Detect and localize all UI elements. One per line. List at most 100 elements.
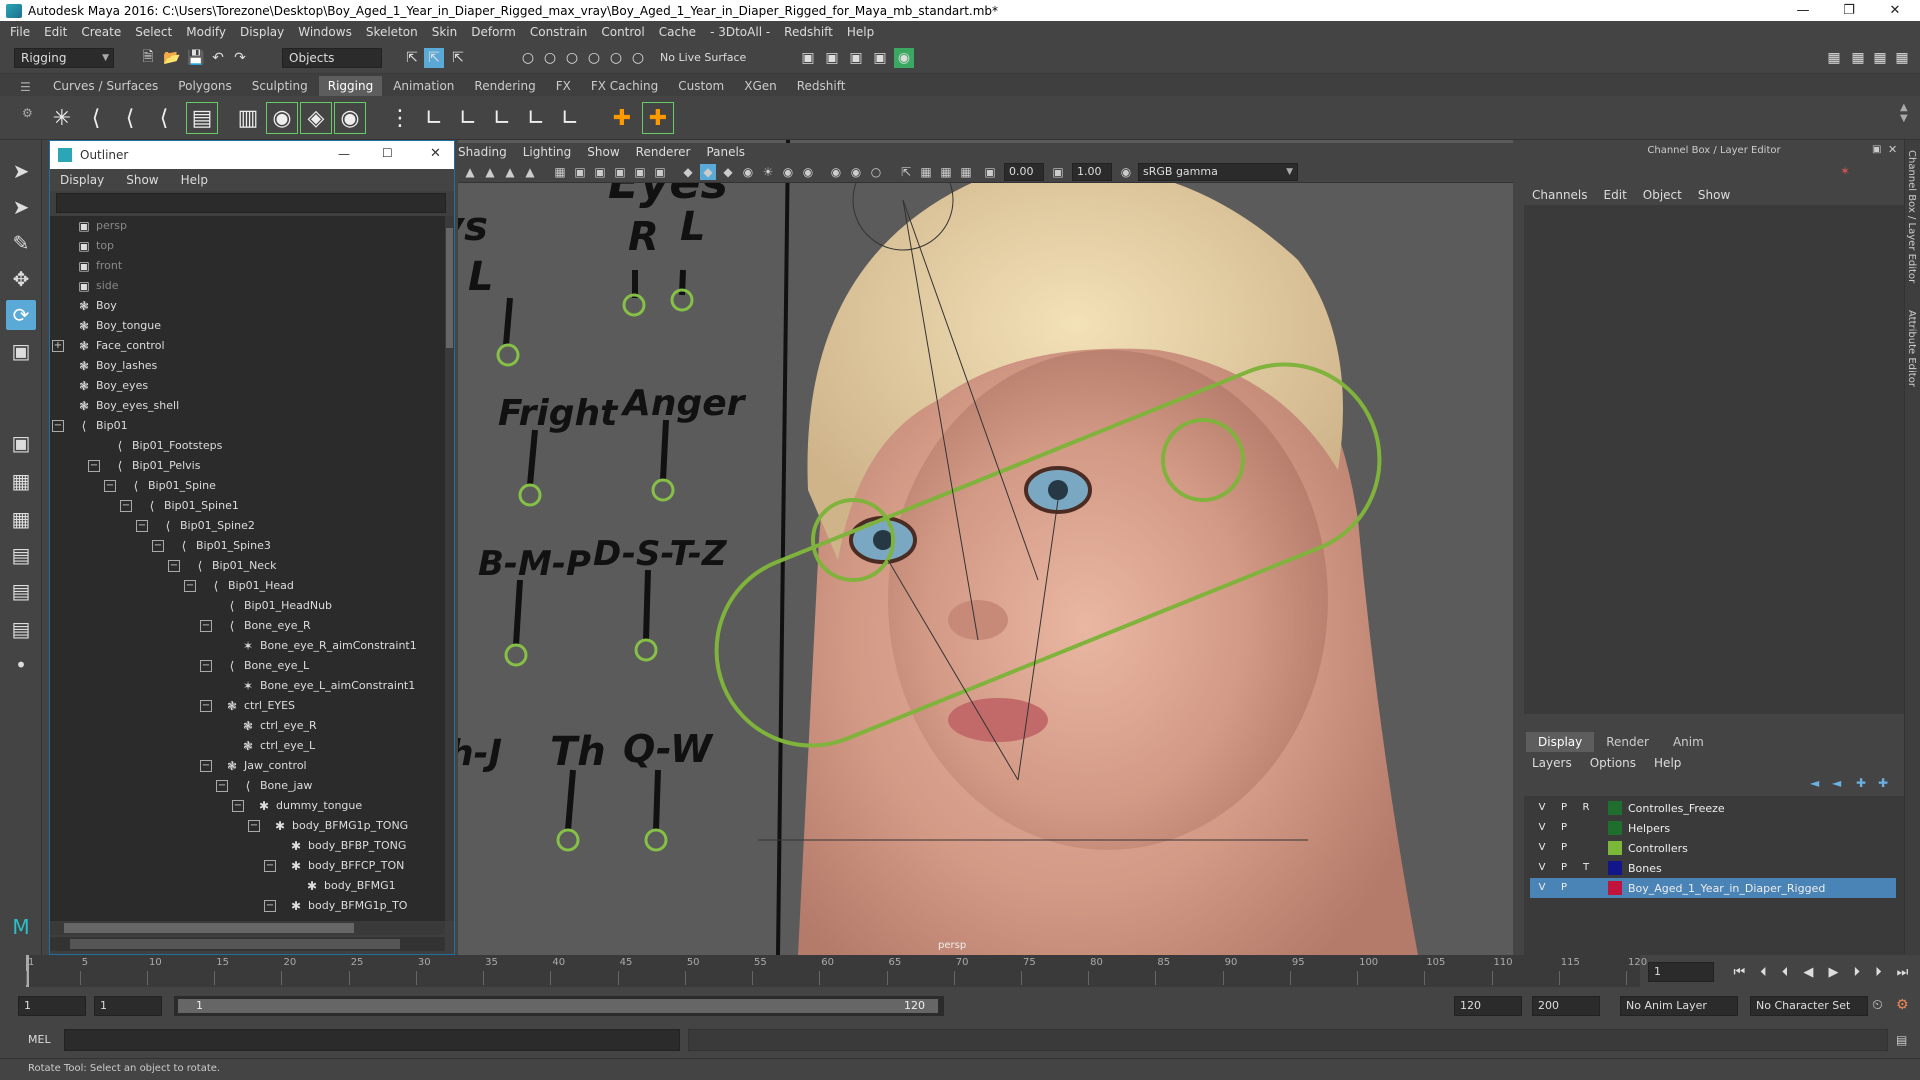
layer-row[interactable]: V P R Controlles_Freeze bbox=[1530, 798, 1896, 818]
layer-type-toggle[interactable] bbox=[1578, 840, 1594, 856]
shelf-scroll-icon[interactable]: ▲ ▼ bbox=[1900, 102, 1908, 124]
layer-playback-toggle[interactable]: P bbox=[1556, 800, 1572, 816]
outliner-hscrollbar-2[interactable] bbox=[50, 937, 445, 951]
outliner-row[interactable]: − ⟨ Bip01_Neck bbox=[50, 556, 445, 576]
layer-playback-toggle[interactable]: P bbox=[1556, 860, 1572, 876]
shelf-tab-fx-caching[interactable]: FX Caching bbox=[582, 76, 667, 96]
scale-constraint-icon[interactable]: ∟ bbox=[520, 102, 552, 134]
film-gate-icon[interactable]: ▣ bbox=[572, 164, 588, 180]
outliner-row[interactable]: − ⟨ Bone_eye_R bbox=[50, 616, 445, 636]
menu-create[interactable]: Create bbox=[81, 25, 121, 39]
outliner-row[interactable]: ❃ Boy bbox=[50, 296, 445, 316]
pole-vector-icon[interactable]: ✚ bbox=[606, 102, 638, 134]
outliner-row[interactable]: − ⟨ Bip01_Spine1 bbox=[50, 496, 445, 516]
go-to-end-icon[interactable]: ⏭ bbox=[1897, 965, 1909, 980]
viewport-menu-renderer[interactable]: Renderer bbox=[636, 145, 691, 159]
hypershade-icon[interactable]: ◉ bbox=[894, 48, 914, 68]
outliner-row[interactable]: − ❃ Jaw_control bbox=[50, 756, 445, 776]
outliner-row[interactable]: − ⟨ Bip01_Spine bbox=[50, 476, 445, 496]
step-back-frame-icon[interactable]: ⏴ bbox=[1782, 965, 1789, 980]
outliner-row[interactable]: ⟨ Bip01_HeadNub bbox=[50, 596, 445, 616]
shaded-wire-icon[interactable]: ◆ bbox=[720, 164, 736, 180]
snap-curve-icon[interactable]: ○ bbox=[540, 48, 560, 68]
menu-deform[interactable]: Deform bbox=[471, 25, 516, 39]
layer-visibility-toggle[interactable]: V bbox=[1534, 860, 1550, 876]
new-scene-icon[interactable]: 🗎 bbox=[138, 48, 158, 68]
aim-constraint-icon[interactable]: ✚ bbox=[642, 102, 674, 134]
menu-display[interactable]: Display bbox=[240, 25, 284, 39]
script-editor-icon[interactable]: ▤ bbox=[1896, 1033, 1907, 1047]
outliner-row[interactable]: ▣ persp bbox=[50, 216, 445, 236]
new-layer-selected-icon[interactable]: ✚ bbox=[1878, 776, 1888, 790]
time-slider[interactable]: 1 5 10 15 20 25 30 35 40 45 50 55 60 65 70 75 80 85 90 95 10… bbox=[26, 955, 1647, 987]
step-back-key-icon[interactable]: ⏴ bbox=[1760, 965, 1767, 980]
outliner-menu-display[interactable]: Display bbox=[60, 173, 104, 187]
layer-color-swatch[interactable] bbox=[1608, 821, 1622, 835]
outliner-row[interactable]: ❃ Boy_lashes bbox=[50, 356, 445, 376]
textured-icon[interactable]: ◉ bbox=[740, 164, 756, 180]
shelf-tab-redshift[interactable]: Redshift bbox=[788, 76, 855, 96]
expand-toggle-icon[interactable]: − bbox=[264, 900, 276, 912]
layer-visibility-toggle[interactable]: V bbox=[1534, 880, 1550, 896]
outliner-row[interactable]: − ✱ body_BFMG1p_TO bbox=[50, 896, 445, 916]
xray-icon[interactable]: ◉ bbox=[828, 164, 844, 180]
outliner-row[interactable]: ▣ side bbox=[50, 276, 445, 296]
step-forward-key-icon[interactable]: ⏵ bbox=[1875, 965, 1882, 980]
lights-icon[interactable]: ☀ bbox=[760, 164, 776, 180]
shadows-icon[interactable]: ◉ bbox=[780, 164, 796, 180]
outliner-row[interactable]: − ✱ dummy_tongue bbox=[50, 796, 445, 816]
outliner-hscrollbar[interactable] bbox=[50, 921, 445, 935]
outliner-row[interactable]: − ⟨ Bip01_Head bbox=[50, 576, 445, 596]
move-tool-icon[interactable]: ✥ bbox=[6, 264, 36, 294]
layer-color-swatch[interactable] bbox=[1608, 801, 1622, 815]
layer-row[interactable]: V P Boy_Aged_1_Year_in_Diaper_Rigged bbox=[1530, 878, 1896, 898]
outliner-row[interactable]: ✶ Bone_eye_R_aimConstraint1 bbox=[50, 636, 445, 656]
live-surface-label[interactable]: No Live Surface bbox=[660, 51, 746, 64]
float-panel-icon[interactable]: ▣ bbox=[1872, 144, 1881, 155]
play-forward-icon[interactable]: ▶ bbox=[1828, 965, 1838, 980]
outliner-row[interactable]: − ✱ body_BFFCP_TON bbox=[50, 856, 445, 876]
color-space-dropdown[interactable]: sRGB gamma ▼ bbox=[1138, 163, 1298, 181]
side-tab-attribute-editor[interactable]: Attribute Editor bbox=[1906, 310, 1917, 387]
outliner-row[interactable]: − ⟨ Bone_jaw bbox=[50, 776, 445, 796]
character-set-dropdown[interactable]: No Character Set bbox=[1750, 996, 1868, 1016]
menu-set-dropdown[interactable]: Rigging ▼ bbox=[14, 48, 114, 68]
layer-visibility-toggle[interactable]: V bbox=[1534, 820, 1550, 836]
cluster-icon[interactable]: ▥ bbox=[232, 102, 264, 134]
motion-blur-icon[interactable]: ▦ bbox=[938, 164, 954, 180]
outliner-row[interactable]: ❃ ctrl_eye_L bbox=[50, 736, 445, 756]
layout-options-icon[interactable]: • bbox=[6, 650, 36, 680]
shelf-tab-sculpting[interactable]: Sculpting bbox=[243, 76, 317, 96]
expand-toggle-icon[interactable]: − bbox=[152, 540, 164, 552]
outliner-row[interactable]: − ⟨ Bip01_Spine3 bbox=[50, 536, 445, 556]
four-layout-icon[interactable]: ▦ bbox=[6, 466, 36, 496]
expand-toggle-icon[interactable]: − bbox=[264, 860, 276, 872]
close-button[interactable]: ✕ bbox=[1872, 0, 1918, 21]
shelf-tab-polygons[interactable]: Polygons bbox=[169, 76, 240, 96]
grid-icon[interactable]: ▦ bbox=[552, 164, 568, 180]
auto-key-icon[interactable]: ⏲ bbox=[1872, 997, 1883, 1013]
image-plane-icon[interactable]: ▲ bbox=[522, 164, 538, 180]
anim-layer-dropdown[interactable]: No Anim Layer bbox=[1620, 996, 1738, 1016]
snap-magnet-icon[interactable]: ○ bbox=[628, 48, 648, 68]
select-tool-icon[interactable]: ➤ bbox=[6, 156, 36, 186]
expand-toggle-icon[interactable]: − bbox=[104, 480, 116, 492]
layout-icon[interactable]: ▦ bbox=[1848, 48, 1868, 68]
channel-box-extra-icon[interactable]: ✶ bbox=[1840, 164, 1850, 178]
panel-layout-icon[interactable]: ▦ bbox=[1870, 48, 1890, 68]
xray-joints-icon[interactable]: ◉ bbox=[848, 164, 864, 180]
step-forward-frame-icon[interactable]: ⏵ bbox=[1854, 965, 1861, 980]
dof-icon[interactable]: ▦ bbox=[918, 164, 934, 180]
outliner-row[interactable]: ▣ top bbox=[50, 236, 445, 256]
outliner-row[interactable]: − ✱ body_BFMG1p_TONG bbox=[50, 816, 445, 836]
persp-outliner-icon[interactable]: ▤ bbox=[6, 540, 36, 570]
outliner-search-input[interactable] bbox=[56, 193, 446, 213]
menu-windows[interactable]: Windows bbox=[298, 25, 352, 39]
menu-help[interactable]: Help bbox=[847, 25, 874, 39]
minimize-button[interactable]: — bbox=[1780, 0, 1826, 21]
layer-playback-toggle[interactable]: P bbox=[1556, 820, 1572, 836]
outliner-row[interactable]: + ❃ Face_control bbox=[50, 336, 445, 356]
shelf-settings-icon[interactable]: ⚙ bbox=[22, 106, 33, 120]
expand-toggle-icon[interactable]: − bbox=[200, 620, 212, 632]
sculpt-deformer-icon[interactable]: ◉ bbox=[334, 102, 366, 134]
